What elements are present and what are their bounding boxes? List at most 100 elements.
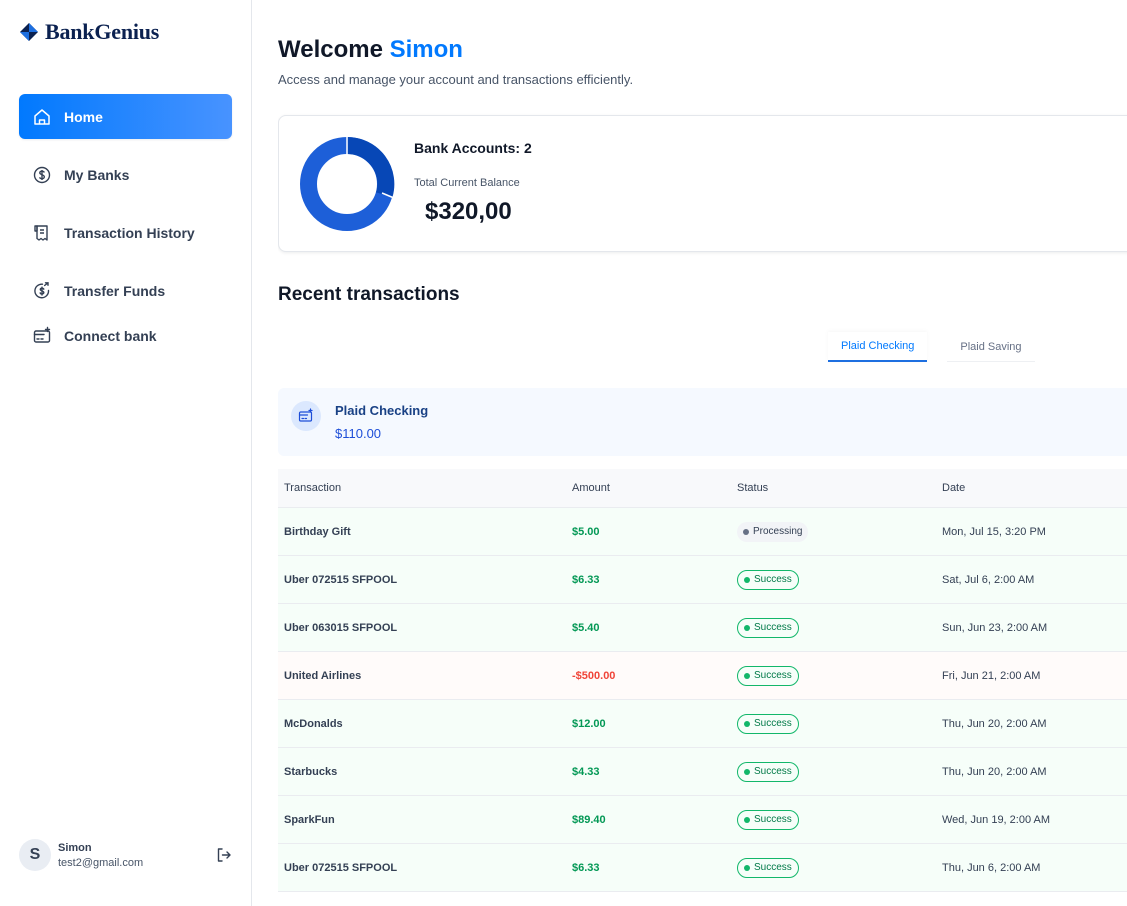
sidebar-item-transfer-funds[interactable]: Transfer Funds <box>19 268 232 313</box>
table-row[interactable]: United Airlines -$500.00 Success Fri, Ju… <box>278 652 1127 700</box>
transaction-name: Uber 063015 SFPOOL <box>284 621 398 634</box>
transaction-amount: $6.33 <box>572 573 600 586</box>
bank-tabs: Plaid Checking Plaid Saving <box>828 332 1035 362</box>
column-header-transaction: Transaction <box>284 482 342 494</box>
transaction-date: Sat, Jul 6, 2:00 AM <box>942 573 1035 586</box>
transaction-name: Starbucks <box>284 765 338 778</box>
page-title: Welcome Simon <box>278 36 463 64</box>
status-badge: Success <box>737 857 799 878</box>
status-dot-icon <box>744 816 750 823</box>
status-dot-icon <box>744 864 750 871</box>
transaction-name: Uber 072515 SFPOOL <box>284 861 398 874</box>
total-balance-value: $320,00 <box>425 198 512 225</box>
transaction-date: Thu, Jun 20, 2:00 AM <box>942 717 1047 730</box>
transaction-date: Thu, Jun 6, 2:00 AM <box>942 861 1041 874</box>
sidebar-item-home[interactable]: Home <box>19 94 232 139</box>
sidebar-item-label: Connect bank <box>64 327 157 344</box>
sidebar: BankGenius Home My Banks Transaction His… <box>0 0 252 906</box>
transaction-status: Success <box>731 761 936 782</box>
logo-icon <box>20 23 38 41</box>
status-text: Success <box>754 862 792 873</box>
status-badge: Processing <box>737 521 809 542</box>
tab-plaid-checking[interactable]: Plaid Checking <box>828 332 928 362</box>
welcome-text: Welcome <box>278 36 383 63</box>
dollar-circle-icon <box>33 166 51 183</box>
tab-plaid-saving[interactable]: Plaid Saving <box>947 332 1035 362</box>
transaction-date: Sun, Jun 23, 2:00 AM <box>942 621 1048 634</box>
transaction-status: Success <box>731 665 936 686</box>
transaction-date: Mon, Jul 15, 3:20 PM <box>942 525 1046 538</box>
status-dot-icon <box>744 576 750 583</box>
table-body: Birthday Gift $5.00 Processing Mon, Jul … <box>278 508 1127 892</box>
status-text: Success <box>754 766 792 777</box>
logout-icon[interactable] <box>215 846 233 864</box>
table-row[interactable]: Uber 072515 SFPOOL $6.33 Success Sat, Ju… <box>278 556 1127 604</box>
table-row[interactable]: Uber 072515 SFPOOL $6.33 Success Thu, Ju… <box>278 844 1127 892</box>
status-text: Success <box>754 670 792 681</box>
status-text: Success <box>754 814 792 825</box>
selected-bank-name: Plaid Checking <box>335 403 429 418</box>
transaction-amount: $5.00 <box>572 525 600 538</box>
sidebar-item-my-banks[interactable]: My Banks <box>19 152 232 197</box>
status-dot-icon <box>743 528 749 535</box>
table-row[interactable]: Uber 063015 SFPOOL $5.40 Success Sun, Ju… <box>278 604 1127 652</box>
sidebar-item-label: Transfer Funds <box>64 282 166 299</box>
app-logo[interactable]: BankGenius <box>19 19 159 45</box>
transaction-amount: $12.00 <box>572 717 606 730</box>
transaction-amount: -$500.00 <box>572 669 616 682</box>
status-badge: Success <box>737 665 799 686</box>
transaction-name: SparkFun <box>284 813 335 826</box>
transaction-date: Wed, Jun 19, 2:00 AM <box>942 813 1051 826</box>
welcome-user-name: Simon <box>389 36 463 63</box>
transaction-amount: $4.33 <box>572 765 600 778</box>
transaction-status: Success <box>731 713 936 734</box>
main-content: Welcome Simon Access and manage your acc… <box>278 0 1127 906</box>
sidebar-nav: Home My Banks Transaction History Transf… <box>19 94 232 358</box>
column-header-amount: Amount <box>572 482 610 494</box>
transaction-name: Birthday Gift <box>284 525 351 538</box>
user-email: test2@gmail.com <box>58 856 144 869</box>
status-dot-icon <box>744 672 750 679</box>
transaction-amount: $89.40 <box>572 813 606 826</box>
bank-accounts-count: Bank Accounts: 2 <box>414 140 532 156</box>
status-dot-icon <box>744 768 750 775</box>
transaction-status: Success <box>731 857 936 878</box>
table-header: Transaction Amount Status Date <box>278 469 1127 508</box>
transaction-status: Success <box>731 569 936 590</box>
transaction-name: McDonalds <box>284 717 343 730</box>
recent-transactions-title: Recent transactions <box>278 284 460 305</box>
status-badge: Success <box>737 809 799 830</box>
column-header-date: Date <box>942 482 966 494</box>
transaction-amount: $5.40 <box>572 621 600 634</box>
avatar[interactable]: S <box>19 839 51 871</box>
table-row[interactable]: Birthday Gift $5.00 Processing Mon, Jul … <box>278 508 1127 556</box>
total-balance-label: Total Current Balance <box>414 177 520 189</box>
transaction-name: United Airlines <box>284 669 362 682</box>
table-row[interactable]: McDonalds $12.00 Success Thu, Jun 20, 2:… <box>278 700 1127 748</box>
transactions-table: Transaction Amount Status Date Birthday … <box>278 469 1127 892</box>
transaction-name: Uber 072515 SFPOOL <box>284 573 398 586</box>
selected-bank-info: Plaid Checking $110.00 <box>278 388 1127 456</box>
sidebar-item-transaction-history[interactable]: Transaction History <box>19 210 232 255</box>
table-row[interactable]: Starbucks $4.33 Success Thu, Jun 20, 2:0… <box>278 748 1127 796</box>
status-text: Processing <box>753 526 803 537</box>
bank-icon <box>291 401 321 431</box>
status-text: Success <box>754 574 792 585</box>
status-text: Success <box>754 622 792 633</box>
transaction-status: Success <box>731 809 936 830</box>
sidebar-item-label: My Banks <box>64 166 130 183</box>
card-add-icon <box>298 408 313 422</box>
sidebar-item-connect-bank[interactable]: Connect bank <box>19 313 232 358</box>
home-icon <box>34 108 50 125</box>
status-badge: Success <box>737 569 799 590</box>
column-header-status: Status <box>737 482 769 494</box>
balance-donut-chart <box>300 136 395 231</box>
transaction-date: Thu, Jun 20, 2:00 AM <box>942 765 1047 778</box>
selected-bank-amount: $110.00 <box>335 426 382 441</box>
transaction-status: Processing <box>731 521 936 542</box>
table-row[interactable]: SparkFun $89.40 Success Wed, Jun 19, 2:0… <box>278 796 1127 844</box>
money-send-icon <box>34 281 50 298</box>
sidebar-item-label: Home <box>64 108 103 125</box>
user-profile: S Simon test2@gmail.com <box>19 838 233 872</box>
status-dot-icon <box>744 624 750 631</box>
